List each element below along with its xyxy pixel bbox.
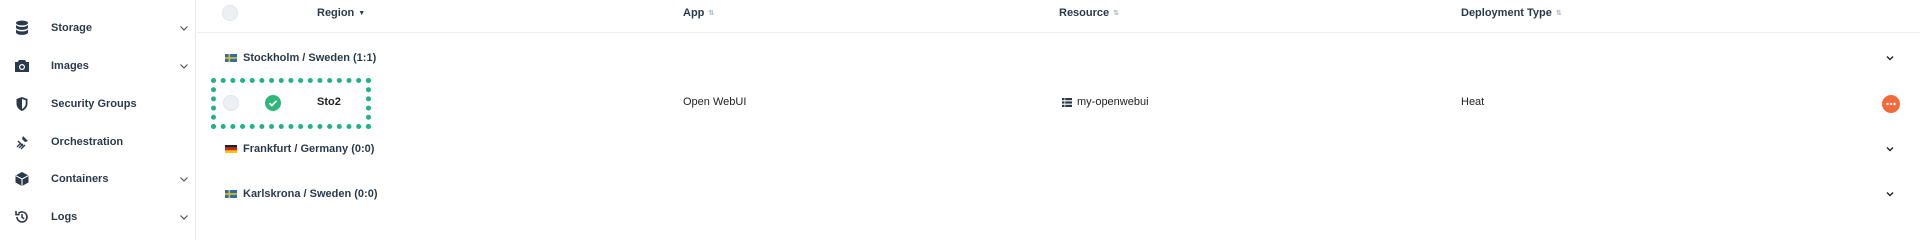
chevron-down-icon: [180, 215, 188, 220]
chevron-down-icon: [180, 26, 188, 31]
history-icon: [13, 208, 31, 226]
sweden-flag-icon: [225, 190, 237, 198]
cube-icon: [13, 170, 31, 188]
sidebar-item-security-groups[interactable]: Security Groups: [0, 89, 196, 119]
column-header-label: App: [683, 7, 705, 19]
sidebar-item-label: Containers: [51, 173, 109, 185]
region-group-label: Stockholm / Sweden (1:1): [243, 52, 377, 64]
sort-icon: ⇅: [1113, 9, 1120, 17]
sidebar-item-orchestration[interactable]: Orchestration: [0, 127, 196, 157]
region-cell: Sto2: [317, 96, 341, 108]
sidebar: Storage Images Security Groups Orchestra…: [0, 0, 196, 240]
app-root: Storage Images Security Groups Orchestra…: [0, 0, 1920, 240]
sidebar-item-logs[interactable]: Logs: [0, 202, 196, 232]
chevron-down-icon[interactable]: [1884, 52, 1896, 64]
sort-icon: ⇅: [708, 9, 715, 17]
table-header: Region ▼ App ⇅ Resource ⇅ Deployment Typ…: [197, 0, 1920, 33]
germany-flag-icon: [225, 145, 237, 153]
region-group-frankfurt[interactable]: Frankfurt / Germany (0:0): [197, 134, 1920, 164]
sidebar-item-label: Storage: [51, 22, 92, 34]
column-header-deployment-type[interactable]: Deployment Type ⇅: [1461, 7, 1562, 19]
region-group-label: Karlskrona / Sweden (0:0): [243, 188, 378, 200]
sidebar-item-images[interactable]: Images: [0, 51, 196, 81]
camera-icon: [13, 57, 31, 75]
sidebar-item-label: Images: [51, 60, 89, 72]
region-group-stockholm[interactable]: Stockholm / Sweden (1:1): [197, 43, 1920, 73]
chevron-down-icon[interactable]: [1884, 188, 1896, 200]
deployment-type-cell: Heat: [1461, 96, 1485, 108]
sidebar-item-label: Orchestration: [51, 136, 124, 148]
sidebar-item-containers[interactable]: Containers: [0, 164, 196, 194]
more-horizontal-icon: [1886, 102, 1896, 106]
chevron-down-icon: [180, 64, 188, 69]
resource-table: Region ▼ App ⇅ Resource ⇅ Deployment Typ…: [197, 0, 1920, 240]
resource-link[interactable]: my-openwebui: [1077, 96, 1149, 108]
row-actions-button[interactable]: [1882, 95, 1900, 113]
table-row[interactable]: Sto2 Open WebUI my-openwebui Heat: [197, 88, 1920, 118]
sweden-flag-icon: [225, 54, 237, 62]
orchestration-icon: [13, 133, 31, 151]
chevron-down-icon[interactable]: [1884, 143, 1896, 155]
sidebar-item-label: Logs: [51, 211, 78, 223]
app-cell: Open WebUI: [683, 96, 747, 108]
shield-icon: [13, 95, 31, 113]
sidebar-item-label: Security Groups: [51, 98, 137, 110]
row-select-checkbox[interactable]: [223, 95, 239, 111]
sort-icon: ⇅: [1555, 9, 1562, 17]
check-circle-icon: [265, 95, 281, 111]
region-group-karlskrona[interactable]: Karlskrona / Sweden (0:0): [197, 179, 1920, 209]
database-icon: [13, 19, 31, 37]
chevron-down-icon: [180, 177, 188, 182]
sidebar-item-storage[interactable]: Storage: [0, 13, 196, 43]
column-header-label: Resource: [1059, 7, 1110, 19]
column-header-label: Deployment Type: [1461, 7, 1552, 19]
region-group-label: Frankfurt / Germany (0:0): [243, 143, 375, 155]
column-header-resource[interactable]: Resource ⇅: [1059, 7, 1119, 19]
column-header-label: Region: [317, 7, 355, 19]
sort-desc-icon: ▼: [358, 9, 366, 17]
select-all-checkbox[interactable]: [222, 5, 238, 21]
table-grid-icon: [1062, 98, 1072, 107]
column-header-app[interactable]: App ⇅: [683, 7, 714, 19]
column-header-region[interactable]: Region ▼: [317, 7, 365, 19]
